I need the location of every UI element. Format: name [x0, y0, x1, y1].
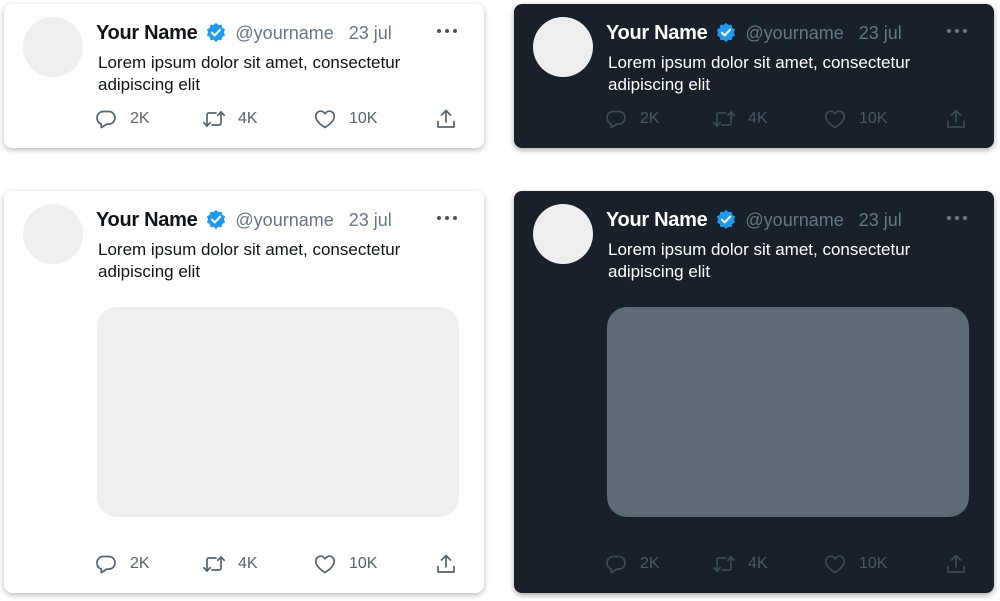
- display-name[interactable]: Your Name: [606, 22, 708, 45]
- avatar[interactable]: [23, 17, 83, 77]
- avatar[interactable]: [533, 204, 593, 264]
- retweet-button[interactable]: 4K: [202, 551, 258, 577]
- retweet-icon: [712, 552, 736, 576]
- retweet-count: 4K: [238, 555, 258, 572]
- verified-badge-icon: [205, 22, 227, 44]
- like-count: 10K: [859, 110, 888, 127]
- like-count: 10K: [349, 110, 378, 127]
- tweet-text: Lorem ipsum dolor sit amet, consectetur …: [98, 53, 401, 94]
- tweet-header: Your Name @yourname 23 jul: [606, 18, 902, 48]
- username-handle[interactable]: @yourname: [235, 23, 333, 44]
- retweet-count: 4K: [748, 110, 768, 127]
- share-button[interactable]: [944, 106, 968, 132]
- retweet-count: 4K: [238, 110, 258, 127]
- heart-icon: [313, 107, 337, 131]
- like-button[interactable]: 10K: [313, 106, 377, 132]
- heart-icon: [823, 107, 847, 131]
- reply-count: 2K: [640, 555, 660, 572]
- retweet-button[interactable]: 4K: [712, 106, 768, 132]
- reply-icon: [604, 107, 628, 131]
- more-options-icon[interactable]: [944, 208, 970, 228]
- verified-badge-icon: [715, 22, 737, 44]
- tweet-actions: 2K 4K 10K: [604, 551, 976, 577]
- more-options-icon[interactable]: [944, 21, 970, 41]
- like-button[interactable]: 10K: [823, 106, 887, 132]
- tweet-text: Lorem ipsum dolor sit amet, consectetur …: [608, 240, 911, 281]
- tweet-date[interactable]: 23 jul: [859, 23, 902, 44]
- username-handle[interactable]: @yourname: [745, 23, 843, 44]
- display-name[interactable]: Your Name: [96, 22, 198, 45]
- like-button[interactable]: 10K: [313, 551, 377, 577]
- tweet-card-light-media[interactable]: Your Name @yourname 23 jul Lorem ipsum d…: [4, 191, 484, 593]
- share-button[interactable]: [434, 551, 458, 577]
- share-icon: [434, 552, 458, 576]
- tweet-date[interactable]: 23 jul: [349, 23, 392, 44]
- like-button[interactable]: 10K: [823, 551, 887, 577]
- reply-icon: [604, 552, 628, 576]
- retweet-icon: [202, 107, 226, 131]
- retweet-count: 4K: [748, 555, 768, 572]
- retweet-button[interactable]: 4K: [202, 106, 258, 132]
- like-count: 10K: [349, 555, 378, 572]
- tweet-actions: 2K 4K 10K: [604, 106, 976, 132]
- reply-button[interactable]: 2K: [604, 551, 660, 577]
- like-count: 10K: [859, 555, 888, 572]
- media-placeholder[interactable]: [97, 307, 459, 517]
- reply-button[interactable]: 2K: [604, 106, 660, 132]
- tweet-card-dark[interactable]: Your Name @yourname 23 jul Lorem ipsum d…: [514, 4, 994, 148]
- tweet-header: Your Name @yourname 23 jul: [96, 205, 392, 235]
- more-options-icon[interactable]: [434, 208, 460, 228]
- reply-icon: [94, 107, 118, 131]
- share-button[interactable]: [434, 106, 458, 132]
- share-button[interactable]: [944, 551, 968, 577]
- username-handle[interactable]: @yourname: [235, 210, 333, 231]
- retweet-icon: [202, 552, 226, 576]
- reply-icon: [94, 552, 118, 576]
- username-handle[interactable]: @yourname: [745, 210, 843, 231]
- heart-icon: [823, 552, 847, 576]
- tweet-header: Your Name @yourname 23 jul: [606, 205, 902, 235]
- tweet-date[interactable]: 23 jul: [859, 210, 902, 231]
- verified-badge-icon: [205, 209, 227, 231]
- heart-icon: [313, 552, 337, 576]
- reply-button[interactable]: 2K: [94, 551, 150, 577]
- avatar[interactable]: [23, 204, 83, 264]
- reply-count: 2K: [640, 110, 660, 127]
- reply-count: 2K: [130, 110, 150, 127]
- share-icon: [434, 107, 458, 131]
- display-name[interactable]: Your Name: [96, 209, 198, 232]
- tweet-card-light[interactable]: Your Name @yourname 23 jul Lorem ipsum d…: [4, 4, 484, 148]
- more-options-icon[interactable]: [434, 21, 460, 41]
- display-name[interactable]: Your Name: [606, 209, 708, 232]
- media-placeholder[interactable]: [607, 307, 969, 517]
- reply-count: 2K: [130, 555, 150, 572]
- tweet-header: Your Name @yourname 23 jul: [96, 18, 392, 48]
- tweet-card-dark-media[interactable]: Your Name @yourname 23 jul Lorem ipsum d…: [514, 191, 994, 593]
- retweet-icon: [712, 107, 736, 131]
- retweet-button[interactable]: 4K: [712, 551, 768, 577]
- tweet-text: Lorem ipsum dolor sit amet, consectetur …: [98, 240, 401, 281]
- reply-button[interactable]: 2K: [94, 106, 150, 132]
- tweet-actions: 2K 4K 10K: [94, 551, 466, 577]
- tweet-text: Lorem ipsum dolor sit amet, consectetur …: [608, 53, 911, 94]
- verified-badge-icon: [715, 209, 737, 231]
- tweet-actions: 2K 4K 10K: [94, 106, 466, 132]
- avatar[interactable]: [533, 17, 593, 77]
- tweet-date[interactable]: 23 jul: [349, 210, 392, 231]
- share-icon: [944, 107, 968, 131]
- share-icon: [944, 552, 968, 576]
